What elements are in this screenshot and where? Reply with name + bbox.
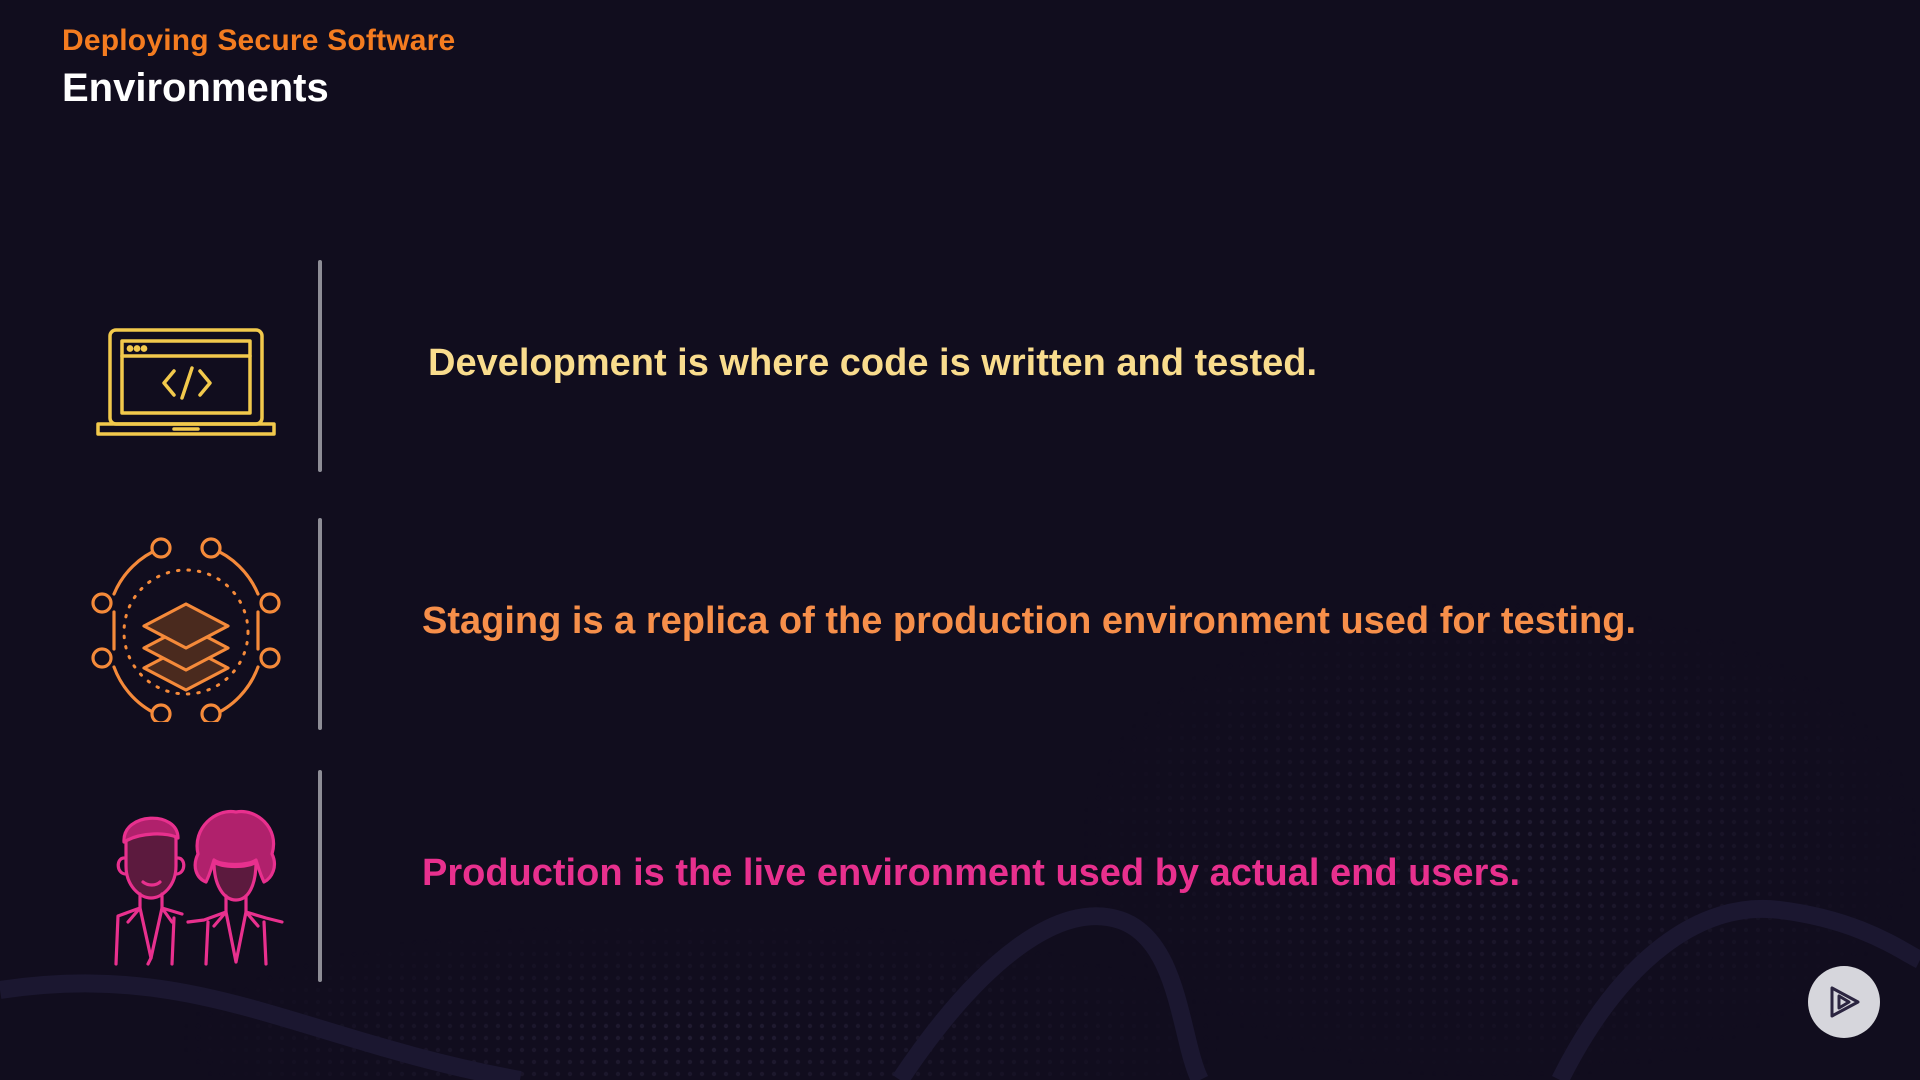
play-logo-icon bbox=[1830, 986, 1860, 1018]
play-logo-button[interactable] bbox=[1808, 966, 1880, 1038]
staging-description: Staging is a replica of the production e… bbox=[422, 600, 1637, 642]
development-description: Development is where code is written and… bbox=[428, 342, 1318, 384]
divider bbox=[318, 518, 322, 730]
layers-network-icon bbox=[91, 537, 281, 722]
row-staging: Staging is a replica of the production e… bbox=[0, 518, 1920, 730]
divider bbox=[318, 770, 322, 982]
course-title: Deploying Secure Software bbox=[62, 24, 456, 57]
row-development: Development is where code is written and… bbox=[0, 260, 1920, 472]
users-icon bbox=[114, 809, 284, 966]
slide-header: Deploying Secure Software Environments bbox=[62, 24, 455, 111]
divider bbox=[318, 260, 322, 472]
slide: Deploying Secure Software Environments D… bbox=[0, 0, 1920, 1080]
production-description: Production is the live environment used … bbox=[422, 852, 1521, 894]
section-title: Environments bbox=[62, 66, 329, 110]
row-production: Production is the live environment used … bbox=[0, 770, 1920, 982]
laptop-code-icon bbox=[96, 328, 276, 436]
